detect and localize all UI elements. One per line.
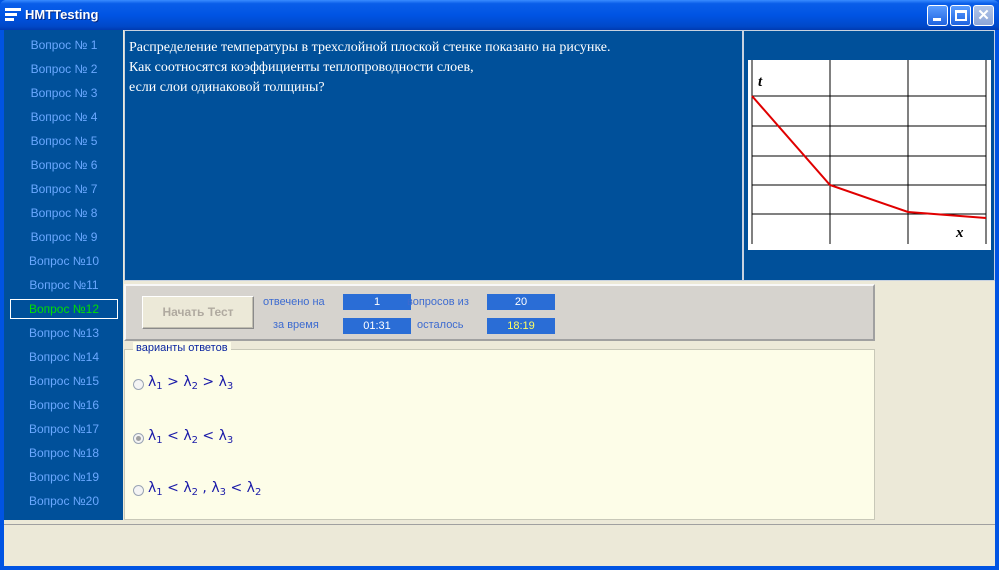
minimize-icon [933,18,941,21]
figure-panel: t x [743,30,995,281]
test-control-panel: Начать Тест отвечено на 1 вопросов из 20… [124,284,875,341]
start-test-button[interactable]: Начать Тест [142,296,254,329]
remaining-time: 18:19 [487,318,555,334]
answer-radio[interactable] [133,379,144,390]
remaining-label: осталось [417,319,464,331]
questions-total: 20 [487,294,555,310]
question-nav-item[interactable]: Вопрос № 8 [10,203,118,223]
answer-radio[interactable] [133,433,144,444]
close-button[interactable]: ✕ [973,5,994,26]
temperature-profile-line [751,95,987,219]
question-nav-item[interactable]: Вопрос №10 [10,251,118,271]
x-axis-label: x [955,225,964,241]
t-axis-label: t [758,74,763,90]
time-label: за время [273,319,319,331]
question-nav-item[interactable]: Вопрос №16 [10,395,118,415]
maximize-button[interactable] [950,5,971,26]
question-list: Вопрос № 1 Вопрос № 2 Вопрос № 3 Вопрос № 4… [4,30,123,520]
client-area: Вопрос № 1 Вопрос № 2 Вопрос № 3 Вопрос № 4… [4,30,995,566]
temperature-figure: t x [748,60,991,250]
answer-group-title: варианты ответов [133,342,231,354]
question-nav-item[interactable]: Вопрос №19 [10,467,118,487]
question-nav-item[interactable]: Вопрос №11 [10,275,118,295]
question-nav-item[interactable]: Вопрос №17 [10,419,118,439]
question-nav-item[interactable]: Вопрос № 5 [10,131,118,151]
elapsed-time: 01:31 [343,318,411,334]
question-nav-item[interactable]: Вопрос № 6 [10,155,118,175]
question-text-line: если слои одинаковой толщины? [129,80,325,95]
temperature-graph: t x [751,60,987,244]
question-nav-item[interactable]: Вопрос №20 [10,491,118,511]
status-bar [4,524,995,566]
window-title: HMTTesting [25,7,99,22]
question-nav-item[interactable]: Вопрос № 2 [10,59,118,79]
question-nav-item[interactable]: Вопрос № 7 [10,179,118,199]
question-nav-item[interactable]: Вопрос №13 [10,323,118,343]
title-bar[interactable]: HMTTesting ✕ [0,0,999,30]
app-menu-icon[interactable] [5,8,21,22]
answer-options-group: варианты ответов λ1 > λ2 > λ3 λ1 < λ2 < λ… [124,342,875,520]
question-nav-item[interactable]: Вопрос № 4 [10,107,118,127]
question-nav-item[interactable]: Вопрос №14 [10,347,118,367]
question-text-line: Как соотносятся коэффициенты теплопровод… [129,60,474,75]
app-window: HMTTesting ✕ Вопрос № 1 Вопрос № 2 Вопрос … [0,0,999,570]
question-nav-item[interactable]: Вопрос № 3 [10,83,118,103]
maximize-icon [955,10,967,21]
question-nav-item[interactable]: Вопрос №18 [10,443,118,463]
close-icon: ✕ [977,7,990,24]
answered-label: отвечено на [263,296,325,308]
question-nav-item[interactable]: Вопрос № 9 [10,227,118,247]
answer-formula: λ1 > λ2 > λ3 [148,374,234,392]
question-panel: Распределение температуры в трехслойной … [124,30,743,281]
minimize-button[interactable] [927,5,948,26]
answer-formula: λ1 < λ2 < λ3 [148,428,234,446]
question-nav-item[interactable]: Вопрос №12 [10,299,118,319]
answer-radio[interactable] [133,485,144,496]
answer-formula: λ1 < λ2 , λ3 < λ2 [148,480,262,498]
answered-count: 1 [343,294,411,310]
question-nav-item[interactable]: Вопрос №15 [10,371,118,391]
question-nav-item[interactable]: Вопрос № 1 [10,35,118,55]
questions-of-label: вопросов из [407,296,469,308]
question-text-line: Распределение температуры в трехслойной … [129,40,611,55]
